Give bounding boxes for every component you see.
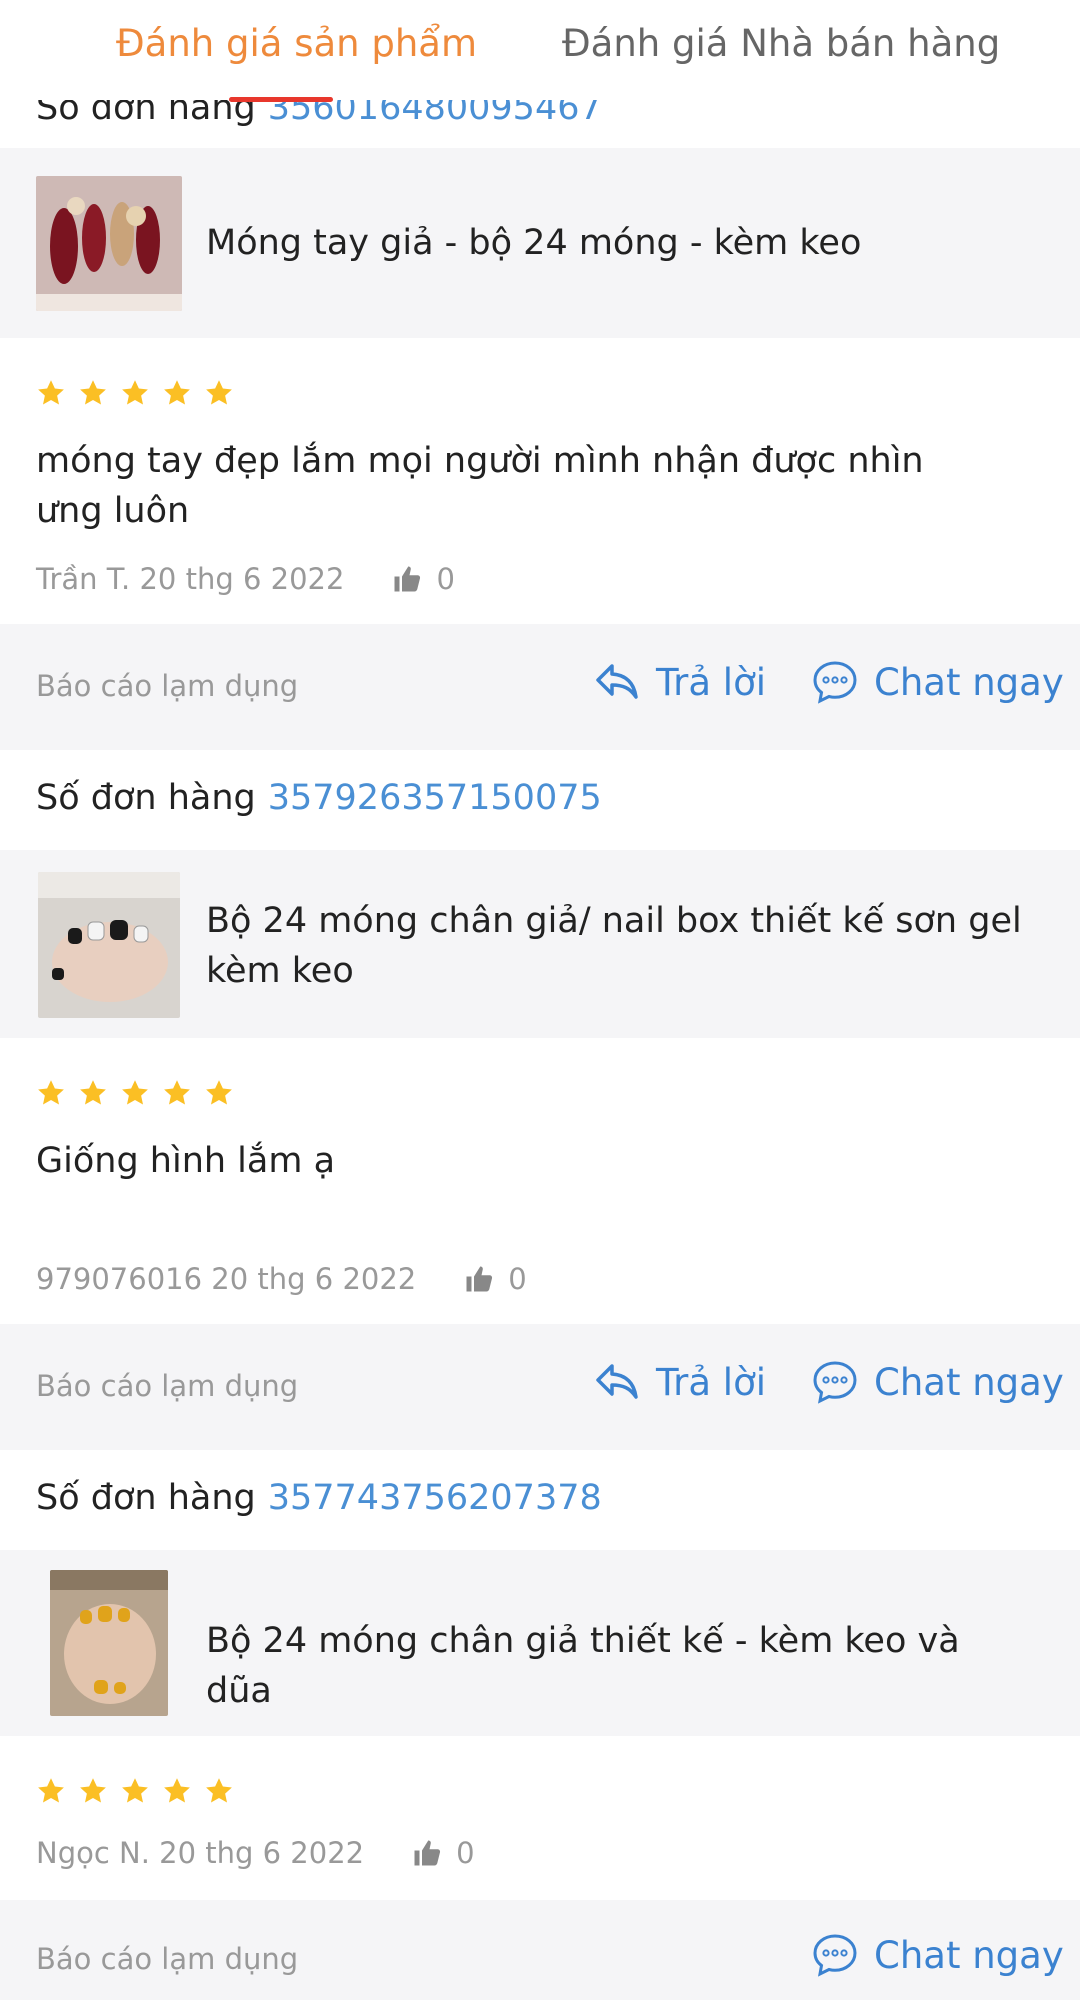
product-strip[interactable]: Móng tay giả - bộ 24 móng - kèm keo	[0, 148, 1080, 338]
product-name[interactable]: Bộ 24 móng chân giả/ nail box thiết kế s…	[206, 896, 1026, 996]
star-icon	[164, 1778, 190, 1803]
reviewer-and-date: Trần T. 20 thg 6 2022	[36, 562, 345, 596]
product-name[interactable]: Móng tay giả - bộ 24 móng - kèm keo	[206, 218, 1026, 268]
like-count: 0	[508, 1262, 527, 1296]
star-icon	[164, 380, 190, 405]
order-number-link[interactable]: 356016480095467	[268, 100, 602, 128]
star-icon	[80, 380, 106, 405]
rating-stars	[36, 1776, 234, 1806]
like-count: 0	[456, 1836, 475, 1870]
reply-label: Trả lời	[656, 1360, 767, 1404]
star-icon	[206, 380, 232, 405]
order-number-line: Số đơn hàng 356016480095467	[36, 100, 602, 128]
reviewer-and-date: 979076016 20 thg 6 2022	[36, 1262, 417, 1296]
star-icon	[80, 1778, 106, 1803]
reply-button[interactable]: Trả lời	[594, 1360, 766, 1404]
product-strip[interactable]: Bộ 24 móng chân giả/ nail box thiết kế s…	[0, 850, 1080, 1038]
thumbs-up-icon	[414, 1840, 441, 1866]
star-icon	[80, 1080, 106, 1105]
order-number-link[interactable]: 357926357150075	[268, 778, 602, 818]
order-number-line: Số đơn hàng 357926357150075	[36, 778, 602, 818]
order-label: Số đơn hàng	[36, 100, 256, 128]
toenail-product-photo-icon	[38, 872, 180, 1018]
star-icon	[38, 380, 64, 405]
review-comment: Giống hình lắm ạ	[36, 1141, 336, 1181]
review-meta: Ngọc N. 20 thg 6 2022 0	[36, 1836, 475, 1870]
review-body: móng tay đẹp lắm mọi người mình nhận đượ…	[0, 338, 1080, 624]
active-tab-indicator	[229, 97, 333, 102]
order-number-link[interactable]: 357743756207378	[268, 1478, 602, 1518]
reply-button[interactable]: Trả lời	[594, 660, 766, 704]
star-icon	[206, 1080, 232, 1105]
like-button[interactable]: 0	[392, 562, 455, 596]
order-label: Số đơn hàng	[36, 1478, 256, 1518]
review-actions: Báo cáo lạm dụng Trả lời Chat ngay	[0, 624, 1080, 750]
chat-now-button[interactable]: Chat ngay	[812, 1360, 1064, 1404]
review-meta: 979076016 20 thg 6 2022 0	[36, 1262, 527, 1296]
order-label: Số đơn hàng	[36, 778, 256, 818]
product-strip[interactable]: Bộ 24 móng chân giả thiết kế - kèm keo v…	[0, 1550, 1080, 1736]
report-abuse-link[interactable]: Báo cáo lạm dụng	[36, 1369, 298, 1403]
reply-arrow-icon	[596, 664, 638, 699]
review-meta: Trần T. 20 thg 6 2022 0	[36, 562, 455, 596]
tab-product-reviews[interactable]: Đánh giá sản phẩm	[116, 22, 477, 65]
like-button[interactable]: 0	[412, 1836, 475, 1870]
star-icon	[206, 1778, 232, 1803]
chat-now-button[interactable]: Chat ngay	[812, 1933, 1064, 1977]
chat-bubble-icon	[813, 1361, 857, 1404]
review-tabs: Đánh giá sản phẩm Đánh giá Nhà bán hàng	[0, 0, 1080, 102]
like-count: 0	[436, 562, 455, 596]
product-thumbnail[interactable]	[50, 1570, 168, 1716]
chat-now-button[interactable]: Chat ngay	[812, 660, 1064, 704]
star-icon	[122, 1080, 148, 1105]
chat-label: Chat ngay	[874, 1933, 1064, 1977]
nail-product-photo-icon	[36, 176, 182, 311]
order-row: Số đơn hàng 357743756207378	[0, 1450, 1080, 1550]
reply-arrow-icon	[596, 1364, 638, 1399]
like-button[interactable]: 0	[464, 1262, 527, 1296]
product-thumbnail[interactable]	[38, 872, 180, 1018]
review-comment: móng tay đẹp lắm mọi người mình nhận đượ…	[36, 441, 924, 531]
product-thumbnail[interactable]	[36, 176, 182, 311]
report-abuse-link[interactable]: Báo cáo lạm dụng	[36, 669, 298, 703]
order-row: Số đơn hàng 357926357150075	[0, 750, 1080, 850]
rating-stars	[36, 378, 234, 408]
thumbs-up-icon	[466, 1266, 493, 1292]
thumbs-up-icon	[394, 566, 421, 592]
review-actions: Báo cáo lạm dụng Trả lời Chat ngay	[0, 1324, 1080, 1450]
toenail-product-photo-icon	[50, 1570, 168, 1716]
review-actions: Báo cáo lạm dụng Chat ngay	[0, 1900, 1080, 2000]
chat-label: Chat ngay	[874, 1360, 1064, 1404]
star-icon	[38, 1778, 64, 1803]
product-name[interactable]: Bộ 24 móng chân giả thiết kế - kèm keo v…	[206, 1616, 1026, 1716]
order-number-line: Số đơn hàng 357743756207378	[36, 1478, 602, 1518]
report-abuse-link[interactable]: Báo cáo lạm dụng	[36, 1942, 298, 1976]
chat-bubble-icon	[813, 1934, 857, 1977]
order-row-partial: Số đơn hàng 356016480095467	[0, 100, 1080, 148]
chat-label: Chat ngay	[874, 660, 1064, 704]
reply-label: Trả lời	[656, 660, 767, 704]
review-body: Ngọc N. 20 thg 6 2022 0	[0, 1736, 1080, 1900]
review-body: Giống hình lắm ạ 979076016 20 thg 6 2022…	[0, 1038, 1080, 1324]
tab-seller-reviews[interactable]: Đánh giá Nhà bán hàng	[562, 22, 1000, 65]
star-icon	[122, 380, 148, 405]
star-icon	[122, 1778, 148, 1803]
star-icon	[164, 1080, 190, 1105]
reviewer-and-date: Ngọc N. 20 thg 6 2022	[36, 1836, 365, 1870]
star-icon	[38, 1080, 64, 1105]
rating-stars	[36, 1078, 234, 1108]
chat-bubble-icon	[813, 661, 857, 704]
